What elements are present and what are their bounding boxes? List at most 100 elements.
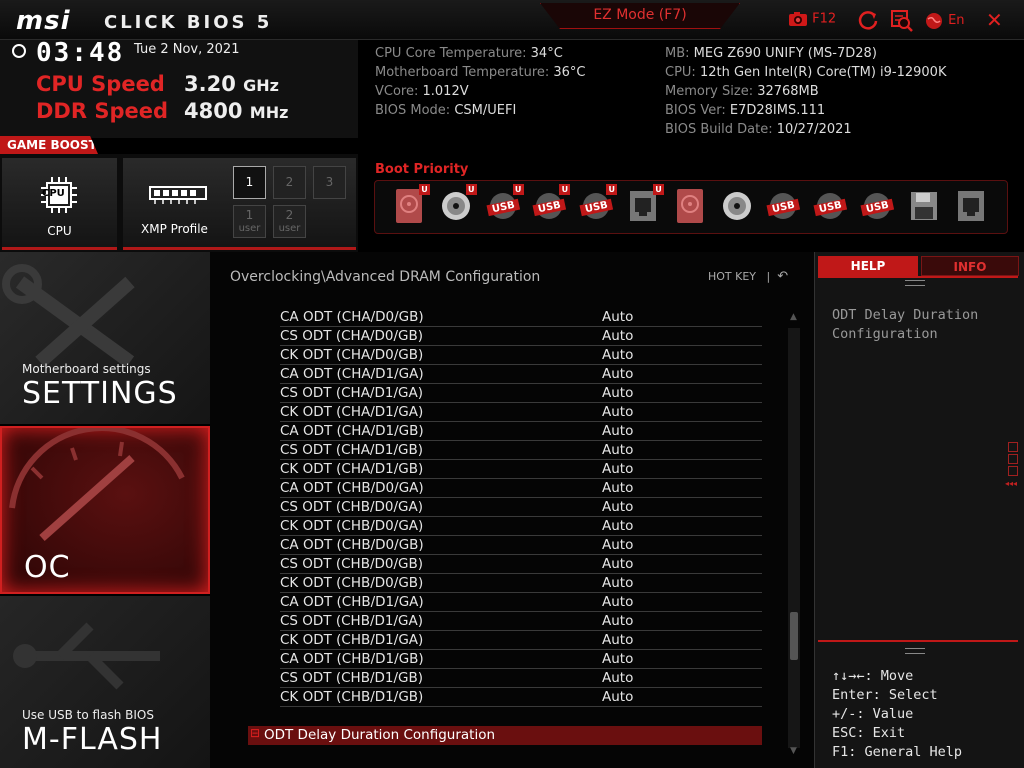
uefi-badge: U (559, 184, 571, 195)
boot-device-disc[interactable]: U (441, 184, 477, 226)
setting-value[interactable]: Auto (602, 480, 633, 496)
setting-row[interactable]: CA ODT (CHB/D0/GB) Auto (280, 536, 762, 555)
setting-row[interactable]: CA ODT (CHB/D1/GB) Auto (280, 650, 762, 669)
setting-value[interactable]: Auto (602, 594, 633, 610)
screenshot-button[interactable]: F12 (788, 10, 836, 28)
help-tab[interactable]: HELP (818, 256, 918, 276)
language-button[interactable]: En (925, 10, 965, 30)
user-profile-2-button[interactable]: 2 user (273, 205, 306, 238)
setting-value[interactable]: Auto (602, 518, 633, 534)
setting-value[interactable]: Auto (602, 366, 633, 382)
setting-row[interactable]: CS ODT (CHB/D0/GA) Auto (280, 498, 762, 517)
setting-row[interactable]: CK ODT (CHA/D0/GB) Auto (280, 346, 762, 365)
cpu-temp-label: CPU Core Temperature: (375, 46, 531, 61)
setting-value[interactable]: Auto (602, 556, 633, 572)
setting-value[interactable]: Auto (602, 347, 633, 363)
oc-tile[interactable]: OC (0, 426, 210, 594)
boot-device-usb[interactable]: USB U (486, 184, 524, 226)
close-icon: ✕ (986, 8, 1003, 32)
speedometer-icon (9, 428, 185, 541)
boot-device-lan[interactable] (956, 188, 986, 226)
setting-value[interactable]: Auto (602, 632, 633, 648)
help-text: ODT Delay Duration Configuration (832, 307, 979, 342)
setting-value[interactable]: Auto (602, 404, 633, 420)
info-tab[interactable]: INFO (921, 256, 1019, 276)
setting-value[interactable]: Auto (602, 309, 633, 325)
tab-underline (818, 276, 1018, 278)
xmp-profile-1-button[interactable]: 1 (233, 166, 266, 199)
hotkey-button[interactable]: HOT KEY | ↶ (708, 269, 788, 284)
bios-build-date: BIOS Build Date: 10/27/2021 (665, 122, 852, 137)
mflash-title: M-FLASH (22, 722, 163, 757)
back-arrow-icon[interactable]: ↶ (777, 269, 788, 284)
setting-row[interactable]: CK ODT (CHB/D0/GA) Auto (280, 517, 762, 536)
help-scroll-down-handle[interactable] (905, 648, 925, 654)
mflash-tile[interactable]: Use USB to flash BIOS M-FLASH (0, 596, 210, 768)
boot-device-hdd[interactable] (675, 188, 705, 226)
scroll-up-icon[interactable]: ▲ (790, 312, 797, 322)
settings-tile[interactable]: Motherboard settings SETTINGS (0, 252, 210, 424)
setting-value[interactable]: Auto (602, 461, 633, 477)
boot-device-hdd[interactable]: U (394, 184, 430, 226)
setting-row[interactable]: CS ODT (CHA/D1/GA) Auto (280, 384, 762, 403)
user-profile-1-button[interactable]: 1 user (233, 205, 266, 238)
boot-device-usb[interactable]: USB (813, 188, 848, 226)
search-button[interactable] (890, 9, 914, 37)
setting-value[interactable]: Auto (602, 499, 633, 515)
setting-value[interactable]: Auto (602, 442, 633, 458)
setting-row[interactable]: CA ODT (CHA/D1/GB) Auto (280, 422, 762, 441)
scrollbar-track[interactable] (788, 328, 800, 748)
camera-icon (789, 12, 807, 26)
boot-device-disc[interactable] (722, 188, 752, 226)
reset-button[interactable] (857, 9, 879, 35)
selected-setting-row[interactable]: ⊟ ODT Delay Duration Configuration (248, 726, 762, 745)
ez-mode-button[interactable]: EZ Mode (F7) (540, 3, 740, 29)
setting-row[interactable]: CK ODT (CHB/D0/GB) Auto (280, 574, 762, 593)
setting-row[interactable]: CS ODT (CHA/D0/GB) Auto (280, 327, 762, 346)
setting-row[interactable]: CS ODT (CHB/D1/GA) Auto (280, 612, 762, 631)
setting-label: CS ODT (CHB/D0/GB) (280, 556, 424, 572)
uefi-badge: U (512, 184, 524, 195)
scrollbar-thumb[interactable] (790, 612, 798, 660)
mflash-subtitle: Use USB to flash BIOS (22, 708, 154, 722)
setting-value[interactable]: Auto (602, 423, 633, 439)
setting-value[interactable]: Auto (602, 537, 633, 553)
setting-value[interactable]: Auto (602, 575, 633, 591)
setting-value[interactable]: Auto (602, 385, 633, 401)
setting-row[interactable]: CA ODT (CHA/D0/GB) Auto (280, 308, 762, 327)
boot-device-usb[interactable]: USB (860, 188, 895, 226)
close-button[interactable]: ✕ (986, 8, 1003, 32)
boot-device-usb[interactable]: USB U (532, 184, 571, 226)
help-scroll-up-handle[interactable] (905, 280, 925, 286)
setting-row[interactable]: CK ODT (CHA/D1/GA) Auto (280, 403, 762, 422)
setting-row[interactable]: CA ODT (CHB/D0/GA) Auto (280, 479, 762, 498)
setting-row[interactable]: CK ODT (CHB/D1/GB) Auto (280, 688, 762, 707)
setting-row[interactable]: CA ODT (CHB/D1/GA) Auto (280, 593, 762, 612)
cpu-boost-card[interactable]: CPU CPU (2, 158, 117, 250)
boot-device-usb[interactable]: USB (766, 188, 801, 226)
setting-row[interactable]: CS ODT (CHA/D1/GB) Auto (280, 441, 762, 460)
setting-value[interactable]: Auto (602, 328, 633, 344)
setting-value[interactable]: Auto (602, 613, 633, 629)
boot-device-lan[interactable]: U (628, 184, 664, 226)
optical-disc-icon (721, 190, 753, 225)
setting-label: CA ODT (CHB/D1/GA) (280, 594, 424, 610)
setting-row[interactable]: CK ODT (CHA/D1/GB) Auto (280, 460, 762, 479)
panel-collapse-handle[interactable] (1008, 442, 1018, 478)
bios-mode-label: BIOS Mode: (375, 103, 455, 118)
xmp-profile-3-button[interactable]: 3 (313, 166, 346, 199)
collapse-arrows-icon[interactable]: ◂◂◂ (1005, 479, 1017, 488)
setting-row[interactable]: CA ODT (CHA/D1/GA) Auto (280, 365, 762, 384)
xmp-profile-2-button[interactable]: 2 (273, 166, 306, 199)
boot-device-usb[interactable]: USB U (579, 184, 618, 226)
uefi-badge: U (606, 184, 618, 195)
setting-value[interactable]: Auto (602, 670, 633, 686)
setting-row[interactable]: CS ODT (CHB/D1/GB) Auto (280, 669, 762, 688)
scroll-down-icon[interactable]: ▼ (790, 746, 797, 756)
setting-row[interactable]: CS ODT (CHB/D0/GB) Auto (280, 555, 762, 574)
setting-value[interactable]: Auto (602, 651, 633, 667)
setting-value[interactable]: Auto (602, 689, 633, 705)
boot-device-floppy[interactable] (909, 188, 939, 226)
setting-label: CK ODT (CHA/D0/GB) (280, 347, 424, 363)
setting-row[interactable]: CK ODT (CHB/D1/GA) Auto (280, 631, 762, 650)
